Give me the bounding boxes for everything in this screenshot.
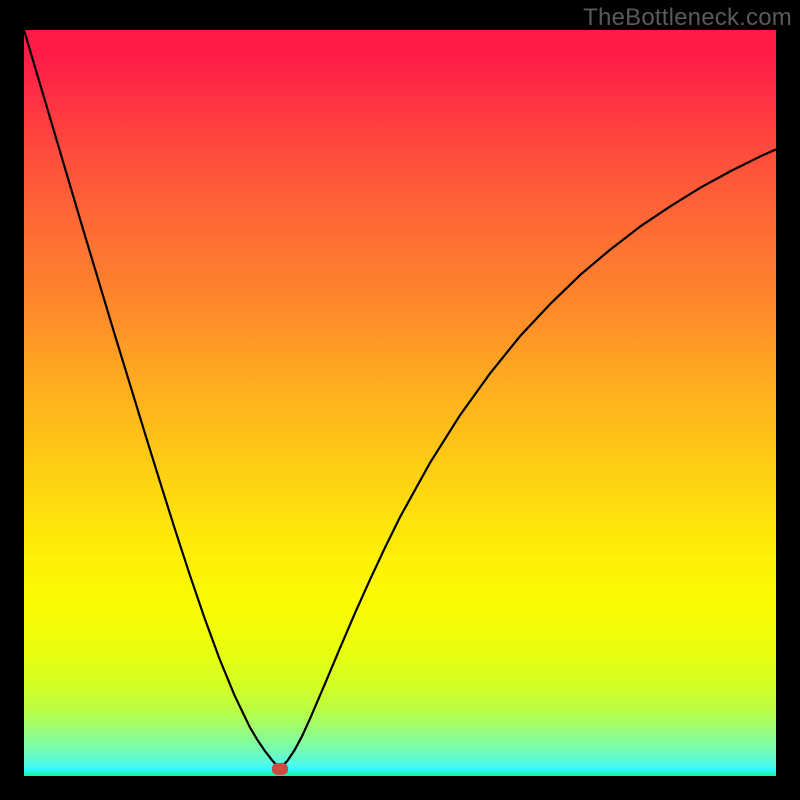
optimum-marker [272, 763, 288, 775]
bottleneck-curve [24, 30, 776, 776]
plot-area [24, 30, 776, 776]
watermark-text: TheBottleneck.com [583, 4, 792, 32]
chart-container: TheBottleneck.com [0, 0, 800, 800]
